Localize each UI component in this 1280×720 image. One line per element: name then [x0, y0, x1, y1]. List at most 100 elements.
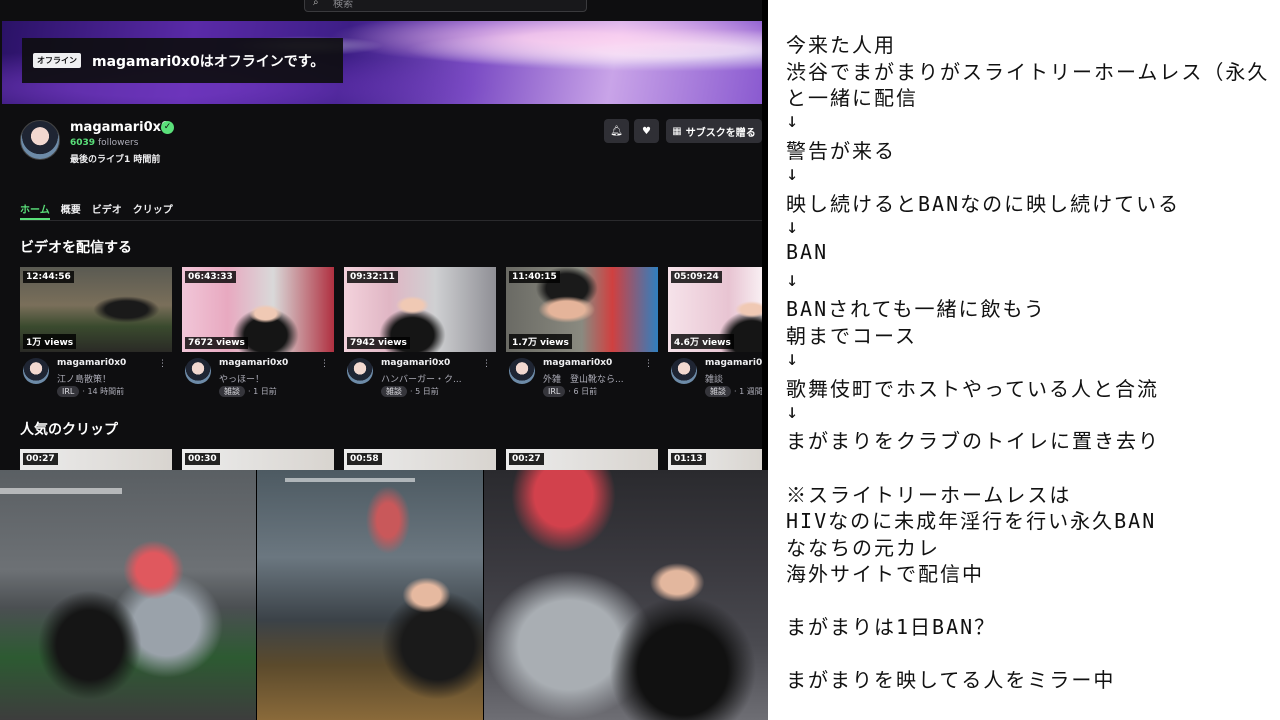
clip-thumbnail[interactable]: 00:30 [182, 449, 334, 470]
video-title[interactable]: 外雑 登山靴なら... [543, 372, 643, 385]
video-thumbnail[interactable]: 05:09:24 4.6万 views [668, 267, 762, 352]
video-tag[interactable]: 雑談 [381, 386, 407, 397]
top-bar: ⌕ 検索 [0, 0, 762, 20]
gift-icon: ▦ [672, 125, 682, 137]
more-options-icon[interactable]: ⋮ [482, 359, 491, 369]
clip-thumbnail[interactable]: 01:13 [668, 449, 762, 470]
video-tag[interactable]: 雑談 [705, 386, 731, 397]
more-options-icon[interactable]: ⋮ [158, 359, 167, 369]
video-channel[interactable]: magamari0x0 [381, 358, 450, 368]
video-thumbnail[interactable]: 06:43:33 7672 views [182, 267, 334, 352]
video-title[interactable]: 雑談 [705, 372, 762, 385]
note-line: まがまりをクラブのトイレに置き去り [786, 429, 1160, 453]
followers-label: followers [97, 138, 139, 148]
notes-panel: 今来た人用 渋谷でまがまりがスライトリーホームレス（永久 と一緒に配信 ↓ 警告… [768, 0, 1280, 720]
search-input[interactable]: ⌕ 検索 [304, 0, 587, 12]
video-tag[interactable]: 雑談 [219, 386, 245, 397]
video-meta: IRL · 6 日前 [543, 386, 597, 397]
video-title[interactable]: やっほー！ [219, 372, 319, 385]
video-time: · 1 週間 [734, 387, 762, 396]
note-line: BANされても一緒に飲もう [786, 297, 1046, 321]
note-line: ↓ [786, 161, 801, 185]
offline-badge: オフライン [33, 53, 81, 68]
video-duration: 11:40:15 [509, 271, 560, 283]
overlay-bar [0, 488, 122, 494]
channel-header: magamari0x0 ✓ 6039 followers 最後のライブ1 時間前… [20, 118, 762, 168]
tab-home[interactable]: ホーム [20, 199, 50, 220]
videos-section-title: ビデオを配信する [20, 240, 132, 256]
offline-message: magamari0x0はオフラインです。 [92, 53, 325, 70]
video-time: · 14 時間前 [82, 387, 125, 396]
video-duration: 05:09:24 [671, 271, 722, 283]
video-thumbnail[interactable]: 11:40:15 1.7万 views [506, 267, 658, 352]
note-line: BAN [786, 240, 829, 264]
search-placeholder: 検索 [333, 0, 353, 10]
channel-page: ⌕ 検索 オフライン magamari0x0はオフラインです。 magamari… [0, 0, 762, 470]
channel-name[interactable]: magamari0x0 [70, 120, 170, 135]
video-card[interactable]: 05:09:24 4.6万 views magamari0x0 ⋮ 雑談 雑談·… [668, 267, 762, 402]
video-duration: 09:32:11 [347, 271, 398, 283]
video-title[interactable]: 江ノ島散策！ [57, 372, 157, 385]
video-thumbnail[interactable]: 09:32:11 7942 views [344, 267, 496, 352]
avatar[interactable] [509, 358, 535, 384]
note-line: ※スライトリーホームレスは [786, 483, 1072, 507]
video-channel[interactable]: magamari0x0 [57, 358, 126, 368]
note-line: と一緒に配信 [786, 86, 918, 110]
video-time: · 5 日前 [410, 387, 439, 396]
note-line: ↓ [786, 267, 801, 291]
video-duration: 12:44:56 [23, 271, 74, 283]
clip-thumbnail[interactable]: 00:58 [344, 449, 496, 470]
avatar[interactable] [347, 358, 373, 384]
note-line: 朝までコース [786, 324, 917, 348]
avatar[interactable] [185, 358, 211, 384]
video-meta: 雑談 · 5 日前 [381, 386, 439, 397]
clips-section-title: 人気のクリップ [20, 422, 118, 438]
follow-button[interactable]: ♥ [634, 119, 659, 143]
note-line: 渋谷でまがまりがスライトリーホームレス（永久 [786, 60, 1270, 84]
tab-videos[interactable]: ビデオ [92, 199, 122, 220]
channel-tabs: ホーム 概要 ビデオ クリップ [20, 199, 762, 221]
video-card[interactable]: 09:32:11 7942 views magamari0x0 ⋮ ハンバーガー… [344, 267, 496, 402]
notification-button[interactable]: 🔔︎ [604, 119, 629, 143]
video-channel[interactable]: magamari0x0 [219, 358, 288, 368]
tab-clips[interactable]: クリップ [133, 199, 173, 220]
video-meta: 雑談 · 1 週間 [705, 386, 762, 397]
video-meta: IRL · 14 時間前 [57, 386, 124, 397]
video-title[interactable]: ハンバーガー・ク... [381, 372, 481, 385]
note-line: HIVなのに未成年淫行を行い永久BAN [786, 509, 1157, 533]
avatar[interactable] [23, 358, 49, 384]
video-duration: 06:43:33 [185, 271, 236, 283]
more-options-icon[interactable]: ⋮ [320, 359, 329, 369]
clip-duration: 01:13 [671, 453, 706, 465]
more-options-icon[interactable]: ⋮ [644, 359, 653, 369]
clip-thumbnail[interactable]: 00:27 [20, 449, 172, 470]
last-live: 最後のライブ1 時間前 [70, 155, 161, 165]
note-line: まがまりは1日BAN？ [786, 615, 997, 639]
video-meta: 雑談 · 1 日前 [219, 386, 277, 397]
avatar[interactable] [671, 358, 697, 384]
clip-thumbnail[interactable]: 00:27 [506, 449, 658, 470]
search-icon: ⌕ [313, 0, 319, 8]
gift-sub-button[interactable]: ▦ サブスクを贈る [666, 119, 762, 143]
video-views: 7672 views [185, 337, 248, 349]
video-card[interactable]: 11:40:15 1.7万 views magamari0x0 ⋮ 外雑 登山靴… [506, 267, 658, 402]
video-card[interactable]: 06:43:33 7672 views magamari0x0 ⋮ やっほー！ … [182, 267, 334, 402]
video-channel[interactable]: magamari0x0 [705, 358, 762, 368]
tab-about[interactable]: 概要 [61, 199, 81, 220]
clip-duration: 00:27 [23, 453, 58, 465]
video-tag[interactable]: IRL [543, 386, 566, 397]
note-line: ↓ [786, 346, 801, 370]
gift-sub-label: サブスクを贈る [685, 127, 756, 139]
channel-banner: オフライン magamari0x0はオフラインです。 [2, 21, 762, 104]
video-thumbnail[interactable]: 12:44:56 1万 views [20, 267, 172, 352]
avatar[interactable] [20, 120, 60, 160]
video-card[interactable]: 12:44:56 1万 views magamari0x0 ⋮ 江ノ島散策！ I… [20, 267, 172, 402]
note-line: ななちの元カレ [786, 536, 940, 560]
stream-frame-photo [0, 470, 256, 720]
verified-icon: ✓ [161, 121, 174, 134]
video-tag[interactable]: IRL [57, 386, 80, 397]
heart-icon: ♥ [642, 125, 651, 137]
note-line: 映し続けるとBANなのに映し続けている [786, 192, 1181, 216]
video-time: · 1 日前 [248, 387, 277, 396]
video-channel[interactable]: magamari0x0 [543, 358, 612, 368]
